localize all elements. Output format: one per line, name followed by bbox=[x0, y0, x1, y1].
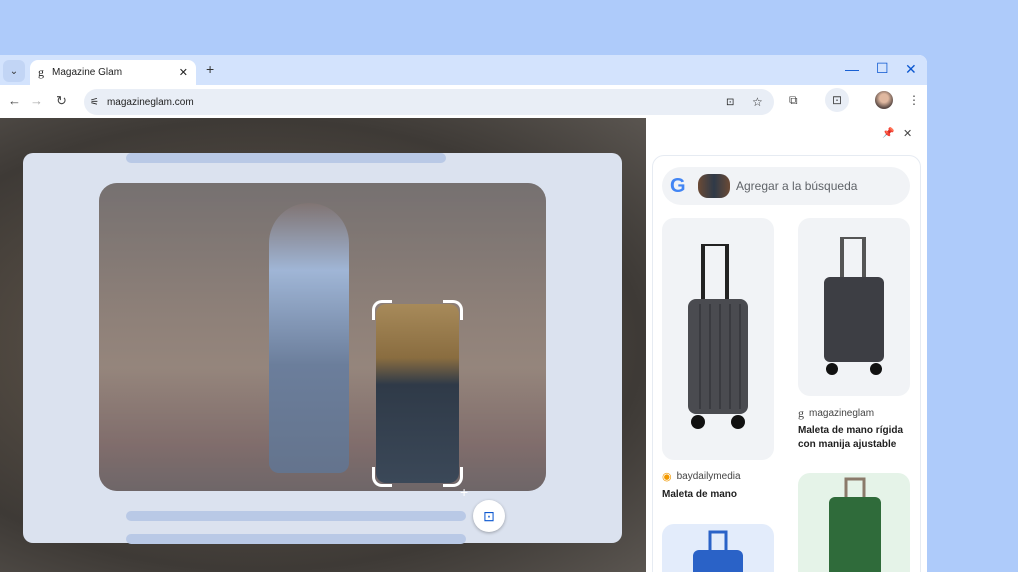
hero-photo bbox=[99, 183, 546, 491]
tab-strip: ⌄ g Magazine Glam ✕ + — ☐ ✕ bbox=[0, 55, 927, 85]
result-image-1[interactable] bbox=[662, 218, 774, 460]
url-text: magazineglam.com bbox=[106, 96, 194, 108]
result-source-1[interactable]: ◉ baydailymedia bbox=[662, 470, 741, 483]
lens-icon[interactable]: ⊡ bbox=[726, 97, 734, 108]
side-panel: 📌 ✕ G Agregar a la búsqueda ◉ baydailymed… bbox=[646, 118, 927, 572]
maximize-icon[interactable]: ☐ bbox=[876, 60, 889, 77]
lens-search-button[interactable]: ⊡ bbox=[473, 500, 505, 532]
result-title-2[interactable]: Maleta de mano rígida con manija ajustab… bbox=[798, 424, 913, 452]
tab-close-icon[interactable]: ✕ bbox=[179, 66, 188, 79]
query-thumbnail bbox=[698, 174, 730, 198]
toolbar: ← → ↻ ⚟ magazineglam.com ⊡ ☆ ⧉ ⊡ ⋮ bbox=[0, 85, 927, 118]
browser-window: ⌄ g Magazine Glam ✕ + — ☐ ✕ ← → ↻ ⚟ maga… bbox=[0, 55, 927, 572]
extensions-icon[interactable]: ⧉ bbox=[789, 93, 798, 108]
placeholder-bar bbox=[126, 534, 466, 544]
result-image-3[interactable] bbox=[662, 524, 774, 572]
pin-icon[interactable]: 📌 bbox=[882, 128, 894, 139]
placeholder-bar bbox=[126, 511, 466, 521]
tab-title: Magazine Glam bbox=[52, 67, 123, 78]
magazineglam-icon: g bbox=[798, 406, 804, 420]
site-favicon-icon: g bbox=[38, 65, 44, 79]
minimize-icon[interactable]: — bbox=[845, 61, 859, 77]
address-bar[interactable]: ⚟ magazineglam.com ⊡ ☆ bbox=[84, 89, 774, 115]
site-info-icon[interactable]: ⚟ bbox=[90, 97, 99, 108]
tab-search-chevron-icon[interactable]: ⌄ bbox=[3, 60, 25, 82]
reload-icon[interactable]: ↻ bbox=[56, 93, 67, 109]
close-window-icon[interactable]: ✕ bbox=[905, 61, 917, 78]
baydailymedia-icon: ◉ bbox=[662, 471, 672, 483]
tab-magazine-glam[interactable]: g Magazine Glam ✕ bbox=[30, 60, 196, 85]
selected-suitcase-image bbox=[376, 304, 459, 483]
result-image-4[interactable] bbox=[798, 473, 910, 572]
lens-toolbar-icon[interactable]: ⊡ bbox=[825, 88, 849, 112]
crosshair-cursor-icon: + bbox=[460, 484, 469, 500]
page-content bbox=[0, 118, 646, 572]
placeholder-bar bbox=[126, 153, 446, 163]
back-icon[interactable]: ← bbox=[8, 93, 21, 108]
avatar[interactable] bbox=[875, 91, 893, 109]
search-placeholder: Agregar a la búsqueda bbox=[736, 179, 858, 193]
result-title-1[interactable]: Maleta de mano bbox=[662, 488, 777, 502]
gallery-card bbox=[23, 153, 622, 544]
forward-icon[interactable]: → bbox=[30, 93, 43, 108]
lens-selection[interactable] bbox=[372, 300, 463, 487]
panel-close-icon[interactable]: ✕ bbox=[903, 127, 912, 140]
bookmark-star-icon[interactable]: ☆ bbox=[752, 95, 763, 109]
lens-search-box[interactable]: G Agregar a la búsqueda bbox=[662, 167, 910, 205]
result-image-2[interactable] bbox=[798, 218, 910, 396]
new-tab-icon[interactable]: + bbox=[206, 61, 214, 77]
menu-icon[interactable]: ⋮ bbox=[908, 93, 920, 107]
google-logo-icon: G bbox=[670, 174, 686, 197]
result-source-2[interactable]: g magazineglam bbox=[798, 406, 874, 421]
